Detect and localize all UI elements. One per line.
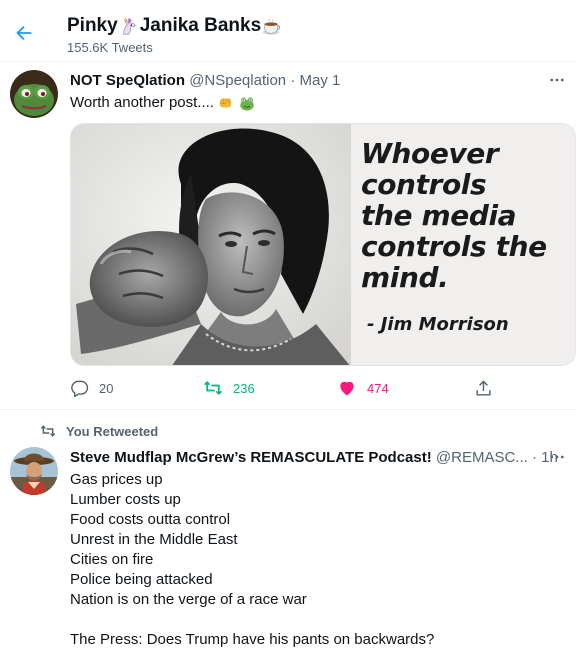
portrait-photo (71, 124, 351, 365)
oncoming-fist-emoji (219, 98, 232, 108)
cowboy-avatar-icon (10, 447, 58, 495)
meta-separator: · (531, 449, 537, 466)
reply-count: 20 (99, 380, 114, 396)
quote-author: - Jim Morrison (367, 314, 509, 335)
tweet-text-line: Police being attacked (70, 571, 213, 588)
tweet-text-line: Food costs outta control (70, 511, 231, 528)
retweet-button[interactable]: 236 (203, 376, 255, 400)
profile-name-part1: Pinky (67, 15, 118, 36)
tweet-text-line: The Press: Does Trump have his pants on … (70, 631, 435, 648)
author-handle[interactable]: @NSpeqlation (189, 72, 286, 89)
tweet-text-line: Lumber costs up (70, 491, 181, 508)
tweet-text-line: Gas prices up (70, 471, 163, 488)
quote-line: the media (361, 199, 517, 232)
tweet-image[interactable]: Whoever controls the media controls the … (70, 123, 576, 366)
tweet[interactable]: You Retweeted Steve Mudflap McGrew’s REM… (0, 410, 576, 659)
retweet-icon (204, 380, 222, 396)
retweet-count: 236 (233, 380, 255, 396)
profile-name-part2: Janika Banks (139, 15, 262, 36)
frog-emoji (240, 97, 254, 111)
meta-separator: · (290, 72, 296, 89)
reply-button[interactable]: 20 (70, 376, 113, 400)
tweet-actions: 20 236 474 (70, 376, 500, 400)
author-name[interactable]: Steve Mudflap McGrew’s REMASCULATE Podca… (70, 449, 432, 466)
more-dots-icon (550, 455, 564, 459)
like-count: 474 (367, 380, 389, 396)
profile-name: Pinky Janika Banks (67, 14, 283, 38)
tweet-header: NOT SpeQlation @NSpeqlation · May 1 (70, 71, 340, 91)
quote-line: Whoever (361, 137, 499, 170)
avatar[interactable] (10, 70, 58, 118)
more-dots-icon (550, 78, 564, 82)
retweet-context: You Retweeted (40, 423, 158, 439)
retweet-context-label[interactable]: You Retweeted (66, 424, 158, 439)
more-options-button[interactable] (546, 447, 568, 467)
tweet-text: Gas prices up Lumber costs up Food costs… (70, 470, 434, 650)
pepe-frog-avatar-icon (10, 70, 58, 118)
reply-icon (71, 380, 89, 397)
share-button[interactable] (474, 376, 493, 400)
tweet[interactable]: NOT SpeQlation @NSpeqlation · May 1 Wort… (0, 62, 576, 410)
back-button[interactable] (10, 19, 38, 47)
tweet-count: 155.6K Tweets (67, 40, 153, 55)
quote-line: controls the (361, 230, 547, 263)
unicorn-emoji (122, 15, 136, 35)
tweet-header: Steve Mudflap McGrew’s REMASCULATE Podca… (70, 448, 558, 468)
avatar[interactable] (10, 447, 58, 495)
retweet-icon (40, 425, 56, 437)
tweet-text: Worth another post.... (70, 93, 256, 113)
author-handle[interactable]: @REMASC... (436, 449, 528, 466)
profile-header: Pinky Janika Banks 155.6K Tweets (0, 0, 576, 62)
share-icon (476, 379, 491, 396)
quote-line: mind. (361, 261, 449, 294)
back-arrow-icon (16, 25, 32, 41)
quote-line: controls (361, 168, 487, 201)
tweet-time[interactable]: May 1 (299, 72, 340, 89)
hot-beverage-emoji (263, 18, 281, 35)
like-button[interactable]: 474 (337, 376, 389, 400)
tweet-text-line: Unrest in the Middle East (70, 531, 238, 548)
author-name[interactable]: NOT SpeQlation (70, 72, 185, 89)
tweet-text-content: Worth another post.... (70, 94, 214, 111)
more-options-button[interactable] (546, 70, 568, 90)
heart-filled-icon (340, 381, 354, 396)
tweet-text-line: Nation is on the verge of a race war (70, 591, 307, 608)
tweet-text-line: Cities on fire (70, 551, 154, 568)
quote-text: Whoever controls the media controls the … (361, 138, 547, 293)
